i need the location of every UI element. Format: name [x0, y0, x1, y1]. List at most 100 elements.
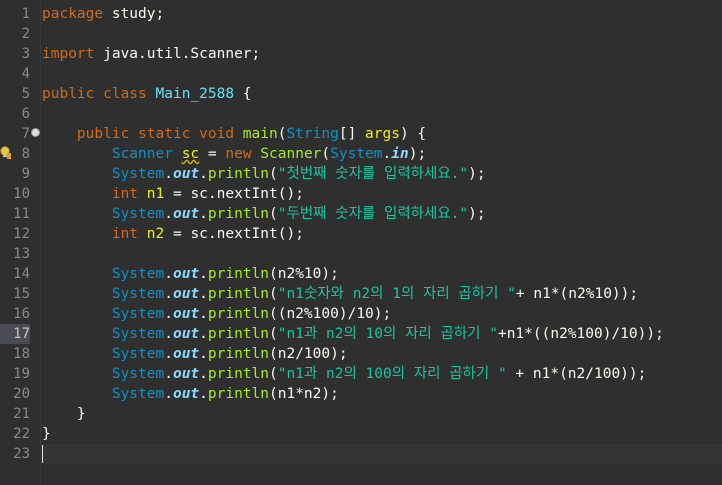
- current-line-highlight: [40, 444, 722, 464]
- code-line-10: int n1 = sc.nextInt();: [42, 184, 304, 204]
- code-line-7: public static void main(String[] args) {: [42, 124, 426, 144]
- class-ref: System: [111, 166, 165, 182]
- method-name: main: [242, 126, 278, 142]
- code-line-15: System.out.println("n1숫자와 n2의 1의 자리 곱하기 …: [111, 286, 639, 302]
- code-line-22: }: [42, 424, 51, 444]
- code-line-3: import java.util.Scanner;: [42, 44, 260, 64]
- code-line-14: System.out.println(n2%10);: [111, 266, 339, 282]
- line-number-active: 17: [0, 324, 30, 344]
- method-name: println: [207, 206, 270, 222]
- variable-name: n1: [146, 186, 165, 202]
- type-name: Scanner: [111, 146, 173, 162]
- method-name: println: [207, 366, 270, 382]
- method-name: println: [207, 326, 270, 342]
- code-line-11: System.out.println("두번째 숫자를 입력하세요.");: [111, 206, 486, 222]
- line-number: 4: [21, 66, 30, 82]
- static-field: out: [172, 266, 200, 282]
- closing-brace: }: [76, 406, 86, 422]
- punct: ) {: [399, 126, 427, 142]
- keyword: int: [111, 186, 139, 202]
- line-number: 3: [21, 46, 30, 62]
- class-ref: System: [111, 346, 165, 362]
- keyword: import: [42, 46, 95, 62]
- line-number: 14: [13, 266, 30, 282]
- line-number: 5: [21, 86, 30, 102]
- code-text: (n2%10);: [269, 266, 339, 282]
- class-ref: System: [111, 326, 165, 342]
- punct: .: [382, 146, 392, 162]
- punct: (: [321, 146, 331, 162]
- code-line-1: package study;: [42, 4, 164, 24]
- code-text: +n1*((n2%100)/10));: [497, 326, 664, 342]
- class-ref: System: [330, 146, 383, 162]
- fold-toggle-icon[interactable]: [31, 128, 40, 137]
- code-text: = sc.nextInt();: [164, 226, 304, 242]
- code-line-17: System.out.println("n1과 n2의 10의 자리 곱하기 "…: [111, 326, 664, 342]
- line-number: 22: [13, 426, 30, 442]
- static-field: out: [172, 166, 200, 182]
- line-number: 12: [13, 226, 30, 242]
- line-number: 23: [13, 446, 30, 462]
- code-line-8: Scanner sc = new Scanner(System.in);: [42, 144, 426, 164]
- code-text: (n1*n2);: [269, 386, 339, 402]
- constructor-name: Scanner: [260, 146, 322, 162]
- line-number: 2: [21, 26, 30, 42]
- punct: );: [408, 146, 427, 162]
- closing-brace: }: [42, 426, 51, 442]
- string-literal: "첫번째 숫자를 입력하세요.": [277, 166, 469, 182]
- static-field: out: [172, 386, 200, 402]
- static-field: out: [172, 306, 200, 322]
- line-number: 9: [21, 166, 30, 182]
- type-name: String: [286, 126, 339, 142]
- line-number: 6: [21, 106, 30, 122]
- method-name: println: [207, 266, 270, 282]
- code-line-12: int n2 = sc.nextInt();: [42, 224, 304, 244]
- line-number: 19: [13, 366, 30, 382]
- code-line-20: System.out.println(n1*n2);: [111, 386, 339, 402]
- code-text: = sc.nextInt();: [164, 186, 304, 202]
- param-name: args: [365, 126, 400, 142]
- line-number: 7: [21, 126, 30, 142]
- warning-lightbulb-icon[interactable]: [0, 146, 11, 160]
- line-number: 13: [13, 246, 30, 262]
- line-number: 20: [13, 386, 30, 402]
- text-cursor: [42, 445, 43, 463]
- class-ref: System: [111, 266, 165, 282]
- class-name: Main_2588: [155, 86, 235, 102]
- method-name: println: [207, 166, 270, 182]
- class-ref: System: [111, 386, 165, 402]
- variable-name: n2: [146, 226, 165, 242]
- code-area[interactable]: package study; import java.util.Scanner;…: [40, 0, 722, 485]
- class-ref: System: [111, 366, 165, 382]
- keyword: new: [225, 146, 252, 162]
- line-number: 1: [21, 6, 30, 22]
- code-line-18: System.out.println(n2/100);: [111, 346, 348, 362]
- code-line-16: System.out.println((n2%100)/10);: [111, 306, 392, 322]
- line-number: 10: [13, 186, 30, 202]
- code-text: study;: [103, 6, 165, 22]
- method-name: println: [207, 346, 270, 362]
- string-literal: "n1과 n2의 100의 자리 곱하기 ": [277, 366, 507, 382]
- line-number-gutter: 1 2 3 4 5 6 7 8 9 10 11 12 13 14 15 16 1…: [0, 0, 41, 485]
- code-line-9: System.out.println("첫번째 숫자를 입력하세요.");: [111, 166, 486, 182]
- code-text: (n2/100);: [269, 346, 348, 362]
- static-field: out: [172, 206, 200, 222]
- code-text: ((n2%100)/10);: [269, 306, 392, 322]
- method-name: println: [207, 286, 270, 302]
- code-line-5: public class Main_2588 {: [42, 84, 252, 104]
- string-literal: "n1과 n2의 10의 자리 곱하기 ": [277, 326, 498, 342]
- line-number: 15: [13, 286, 30, 302]
- variable-warning[interactable]: sc: [182, 146, 199, 162]
- code-text: + n1*(n2/100));: [506, 366, 647, 382]
- code-editor[interactable]: 1 2 3 4 5 6 7 8 9 10 11 12 13 14 15 16 1…: [0, 0, 722, 485]
- code-line-19: System.out.println("n1과 n2의 100의 자리 곱하기 …: [111, 366, 647, 382]
- code-text: );: [468, 166, 486, 182]
- code-line-21: }: [42, 404, 86, 424]
- line-number: 21: [13, 406, 30, 422]
- class-ref: System: [111, 286, 165, 302]
- class-ref: System: [111, 206, 165, 222]
- method-name: println: [207, 386, 270, 402]
- static-field: in: [391, 146, 409, 162]
- static-field: out: [172, 366, 200, 382]
- string-literal: "n1숫자와 n2의 1의 자리 곱하기 ": [277, 286, 516, 302]
